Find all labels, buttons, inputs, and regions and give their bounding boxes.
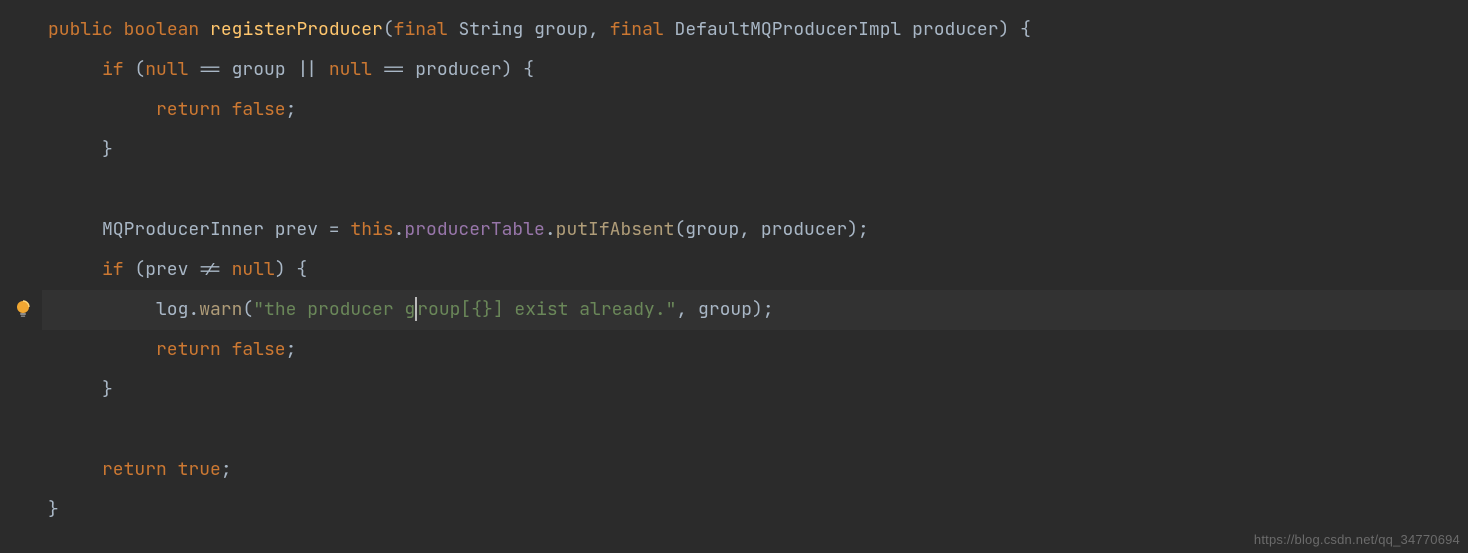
code-line[interactable]: if (prev != null) { [42, 250, 1468, 290]
code-token: "the producer g [253, 298, 415, 321]
code-line[interactable]: MQProducerInner prev = this.producerTabl… [42, 210, 1468, 250]
watermark-text: https://blog.csdn.net/qq_34770694 [1254, 532, 1460, 547]
code-token: , [588, 18, 610, 41]
code-token: == group || [188, 58, 328, 81]
code-line[interactable]: return false; [42, 330, 1468, 370]
code-token: return true [102, 458, 221, 481]
code-token [664, 18, 675, 41]
code-token: ; [286, 98, 297, 121]
code-token: } [48, 498, 59, 521]
code-token: if [102, 58, 124, 81]
code-token: final [394, 18, 448, 41]
code-token: if [102, 258, 124, 281]
code-token: ; [221, 458, 232, 481]
code-token: String group [458, 18, 588, 41]
code-token: return false [156, 98, 286, 121]
code-token: boolean [124, 18, 200, 41]
code-token: (group, producer); [674, 218, 868, 241]
code-token: return false [156, 338, 286, 361]
code-token: null [329, 58, 372, 81]
gutter [0, 0, 42, 553]
code-area[interactable]: public boolean registerProducer(final St… [42, 0, 1468, 553]
code-token: . [545, 218, 556, 241]
code-token: warn [199, 298, 242, 321]
intention-bulb-icon[interactable] [12, 298, 34, 320]
code-token: == producer) { [372, 58, 534, 81]
code-token: null [232, 258, 275, 281]
code-token: roup[{}] exist already." [417, 298, 676, 321]
code-token: putIfAbsent [556, 218, 675, 241]
code-token: log. [156, 298, 199, 321]
code-token: null [145, 58, 188, 81]
code-line[interactable]: } [42, 130, 1468, 170]
code-line[interactable] [42, 410, 1468, 450]
code-line[interactable]: public boolean registerProducer(final St… [42, 10, 1468, 50]
code-token: this [350, 218, 393, 241]
code-token: MQProducerInner prev = [102, 218, 350, 241]
code-token: ; [286, 338, 297, 361]
code-line[interactable]: log.warn("the producer group[{}] exist a… [42, 290, 1468, 330]
code-token: } [102, 378, 113, 401]
code-token: ( [124, 58, 146, 81]
code-token: ( [242, 298, 253, 321]
code-token: registerProducer [210, 18, 383, 41]
code-token: (prev != [124, 258, 232, 281]
code-line[interactable]: if (null == group || null == producer) { [42, 50, 1468, 90]
code-token: public [48, 18, 113, 41]
code-token [448, 18, 459, 41]
code-token: ( [383, 18, 394, 41]
code-token [199, 18, 210, 41]
code-token: } [102, 138, 113, 161]
code-token: ) { [999, 18, 1031, 41]
code-token: , group); [676, 298, 773, 321]
code-token [113, 18, 124, 41]
code-line[interactable]: } [42, 490, 1468, 530]
code-token: DefaultMQProducerImpl producer [675, 18, 999, 41]
code-token: final [610, 18, 664, 41]
code-token: . [394, 218, 405, 241]
code-line[interactable] [42, 170, 1468, 210]
code-line[interactable]: return false; [42, 90, 1468, 130]
code-line[interactable]: return true; [42, 450, 1468, 490]
code-line[interactable]: } [42, 370, 1468, 410]
code-editor[interactable]: public boolean registerProducer(final St… [0, 0, 1468, 553]
code-token: producerTable [404, 218, 544, 241]
code-token: ) { [275, 258, 307, 281]
